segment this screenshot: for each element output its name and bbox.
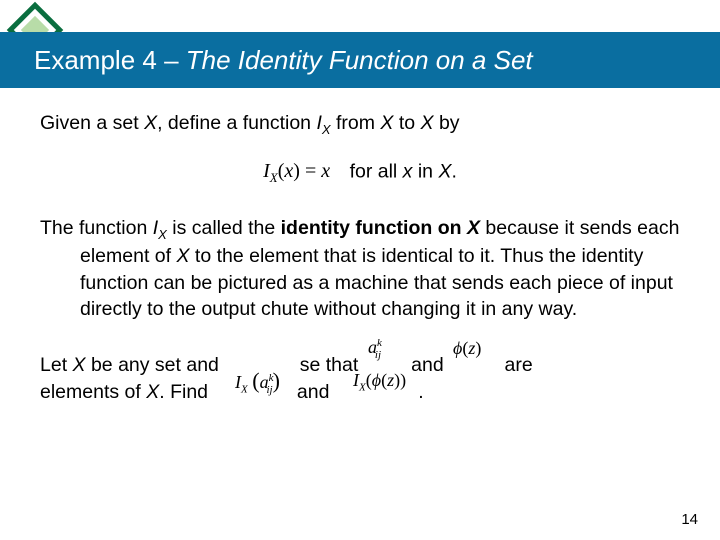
math-fragment-phiz: ϕ(z) <box>453 339 481 357</box>
eq-rhs: x <box>321 160 330 182</box>
title-subtitle: The Identity Function on a Set <box>186 45 533 75</box>
text: se that <box>300 354 359 376</box>
text: . Find <box>159 381 208 403</box>
text: elements of <box>40 381 146 403</box>
title-dash: – <box>157 45 186 75</box>
m: ϕ <box>453 338 462 358</box>
text: . <box>451 161 456 183</box>
title-bar: Example 4 – The Identity Function on a S… <box>0 32 720 88</box>
text: Given a set <box>40 112 144 134</box>
var-x: X <box>144 112 157 134</box>
text: . <box>418 381 423 403</box>
text: and <box>297 381 330 403</box>
text: is called the <box>167 217 281 239</box>
var-x: X <box>73 354 86 376</box>
text: are <box>505 354 533 376</box>
text: from <box>331 112 381 134</box>
text: by <box>434 112 460 134</box>
text: and <box>411 354 444 376</box>
content-area: Given a set X, define a function IX from… <box>40 110 680 425</box>
paragraph-2: The function IX is called the identity f… <box>40 215 680 322</box>
eq-i: I <box>263 160 270 182</box>
text: be any set and <box>86 354 219 376</box>
text: , define a function <box>157 112 316 134</box>
bold-var: X <box>467 217 480 239</box>
text: Let <box>40 354 73 376</box>
slide: Example 4 – The Identity Function on a S… <box>0 0 720 540</box>
eq-sub: X <box>270 170 278 185</box>
equation-line: IX(x) = x for all x in X. <box>40 158 680 187</box>
m: X <box>359 382 366 394</box>
var-x: X <box>176 245 189 267</box>
bold-text: identity function on <box>281 217 467 239</box>
var-x: X <box>146 381 159 403</box>
sub-x: X <box>158 227 167 242</box>
var-big-x: X <box>438 161 451 183</box>
m: k <box>377 337 382 349</box>
paragraph-3: Let X be any set and se that and are ele… <box>40 352 680 405</box>
text: in <box>412 161 438 183</box>
paragraph-1: Given a set X, define a function IX from… <box>40 110 680 138</box>
m: ij <box>375 349 381 361</box>
eq-var: x <box>284 160 293 182</box>
var-x: X <box>421 112 434 134</box>
equation-image: IX(x) = x <box>263 158 330 187</box>
math-fragment-ix-a: IX (akij) <box>235 370 280 396</box>
sub-x: X <box>322 122 331 137</box>
text: The function <box>40 217 153 239</box>
page-number: 14 <box>681 511 698 528</box>
eq-equals: = <box>300 160 321 182</box>
math-fragment-aijk: akij <box>368 338 381 361</box>
var-x: x <box>403 161 413 183</box>
m: X <box>241 384 248 396</box>
math-fragment-ix-phi: IX(ϕ(z)) <box>353 371 406 394</box>
title-prefix: Example 4 <box>34 45 157 75</box>
m: ϕ <box>372 370 381 390</box>
var-x: X <box>380 112 393 134</box>
text: to <box>393 112 420 134</box>
eq-paren: ) <box>293 160 300 182</box>
text: for all <box>350 161 403 183</box>
